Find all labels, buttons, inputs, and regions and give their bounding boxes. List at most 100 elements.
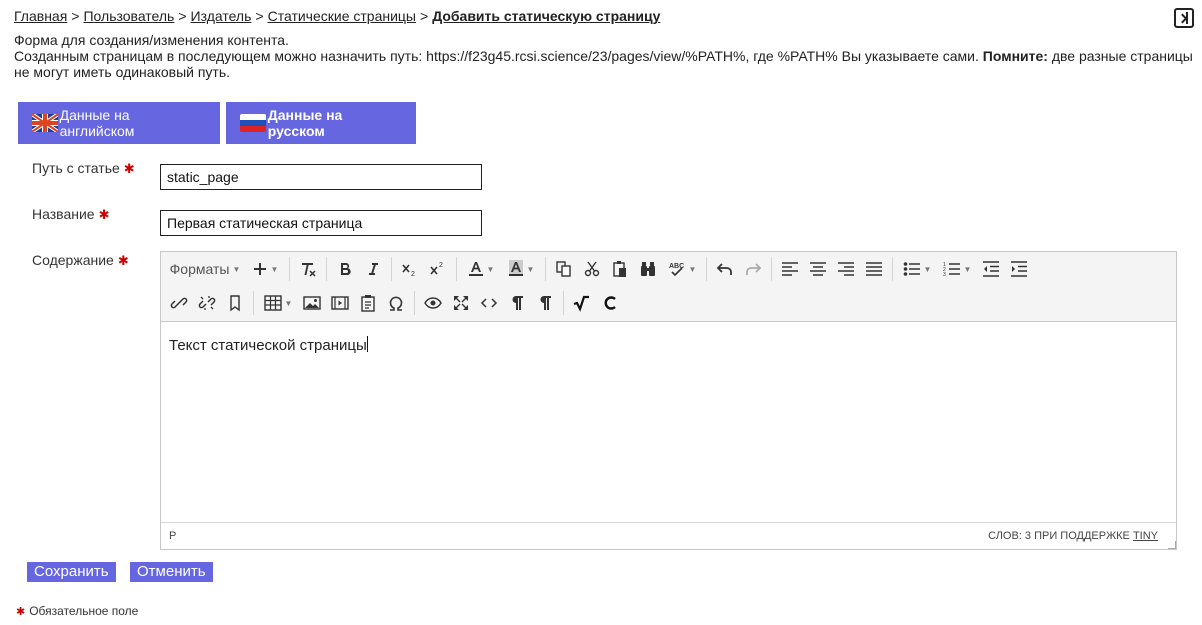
italic-button[interactable] <box>359 255 387 283</box>
required-field-note: ✱ Обязательное поле <box>16 604 138 618</box>
undo-button[interactable] <box>711 255 739 283</box>
fullscreen-button[interactable] <box>447 289 475 317</box>
uk-flag-icon <box>32 114 58 132</box>
paragraph-icon <box>540 296 551 310</box>
outdent-button[interactable] <box>977 255 1005 283</box>
bold-button[interactable] <box>331 255 359 283</box>
svg-text:3: 3 <box>943 272 946 277</box>
breadcrumb-link-publisher[interactable]: Издатель <box>191 8 252 24</box>
spellcheck-dropdown[interactable]: ABC ▼ <box>662 255 702 283</box>
align-justify-button[interactable] <box>860 255 888 283</box>
path-input[interactable] <box>160 164 482 190</box>
formats-label: Форматы <box>169 261 230 277</box>
intro-path-text: Созданным страницам в последующем можно … <box>14 48 979 64</box>
align-center-icon <box>810 262 826 276</box>
resize-handle-icon[interactable] <box>1168 541 1176 549</box>
background-color-dropdown[interactable]: ▼ <box>501 255 541 283</box>
breadcrumb-separator: > <box>255 8 264 24</box>
breadcrumb-link-static-pages[interactable]: Статические страницы <box>268 8 416 24</box>
omega-icon <box>389 296 403 311</box>
insert-media-button[interactable] <box>326 289 354 317</box>
clear-formatting-icon <box>302 263 316 277</box>
align-left-icon <box>782 262 798 276</box>
copy-button[interactable] <box>550 255 578 283</box>
fullscreen-icon <box>454 296 468 310</box>
title-input[interactable] <box>160 210 482 236</box>
align-justify-icon <box>866 262 882 276</box>
form-description: Форма для создания/изменения контента. С… <box>14 32 1194 80</box>
special-character-button[interactable] <box>382 289 410 317</box>
element-path[interactable]: P <box>169 530 176 542</box>
cancel-button[interactable]: Отменить <box>130 562 213 582</box>
paste-text-button[interactable] <box>354 289 382 317</box>
editor-content-area[interactable]: Текст статической страницы <box>161 322 1176 522</box>
eye-icon <box>424 297 442 309</box>
breadcrumb-link-user[interactable]: Пользователь <box>83 8 174 24</box>
required-asterisk: ✱ <box>16 606 26 618</box>
breadcrumb-current: Добавить статическую страницу <box>432 8 661 24</box>
italic-icon <box>369 263 378 275</box>
clear-formatting-button[interactable] <box>294 255 322 283</box>
paste-button[interactable] <box>606 255 634 283</box>
redo-button[interactable] <box>739 255 767 283</box>
breadcrumb-link-home[interactable]: Главная <box>14 8 67 24</box>
breadcrumb: Главная > Пользователь > Издатель > Статически… <box>14 8 660 24</box>
path-label: Путь с статье ✱ <box>32 160 135 177</box>
rich-text-editor: Форматы ▼ ▼ 2 2 ▼ ▼ ABC ▼ ▼ 1 2 3 ▼ ▼ Те… <box>160 251 1177 550</box>
tab-english-data[interactable]: Данные на английском <box>18 102 220 144</box>
toolbar-separator <box>253 291 254 315</box>
align-left-button[interactable] <box>776 255 804 283</box>
toolbar-separator <box>771 257 772 281</box>
chemistry-button[interactable] <box>596 289 624 317</box>
name-label: Название ✱ <box>32 206 109 223</box>
find-replace-button[interactable] <box>634 255 662 283</box>
required-asterisk: ✱ <box>117 253 129 268</box>
rtl-button[interactable] <box>531 289 559 317</box>
text-color-dropdown[interactable]: ▼ <box>461 255 501 283</box>
anchor-button[interactable] <box>221 289 249 317</box>
source-code-button[interactable] <box>475 289 503 317</box>
ltr-button[interactable] <box>503 289 531 317</box>
insert-image-button[interactable] <box>298 289 326 317</box>
bookmark-icon <box>230 295 240 312</box>
preview-button[interactable] <box>419 289 447 317</box>
required-asterisk: ✱ <box>98 207 110 222</box>
toolbar-separator <box>289 257 290 281</box>
insert-dropdown[interactable]: ▼ <box>245 255 285 283</box>
undo-icon <box>716 263 732 275</box>
chevron-down-icon: ▼ <box>963 264 972 274</box>
content-label-text: Содержание <box>32 252 114 268</box>
clipboard-icon <box>361 295 375 312</box>
redo-icon <box>746 263 762 275</box>
toolbar-row-2: ▼ <box>161 286 624 320</box>
tiny-link[interactable]: TINY <box>1133 530 1158 542</box>
text-color-icon <box>468 262 483 276</box>
binoculars-icon <box>641 262 655 276</box>
link-button[interactable] <box>165 289 193 317</box>
link-icon <box>170 297 188 309</box>
chevron-down-icon: ▼ <box>688 264 697 274</box>
path-label-text: Путь с статье <box>32 160 120 176</box>
tab-russian-data[interactable]: Данные на русском <box>226 102 416 144</box>
toolbar-separator <box>391 257 392 281</box>
cut-button[interactable] <box>578 255 606 283</box>
indent-button[interactable] <box>1005 255 1033 283</box>
square-root-icon <box>573 295 589 312</box>
align-center-button[interactable] <box>804 255 832 283</box>
indent-icon <box>1011 261 1027 277</box>
save-button[interactable]: Сохранить <box>27 562 116 582</box>
unlink-button[interactable] <box>193 289 221 317</box>
math-formula-button[interactable] <box>568 289 596 317</box>
table-dropdown[interactable]: ▼ <box>258 289 298 317</box>
superscript-button[interactable]: 2 <box>424 255 452 283</box>
formats-dropdown[interactable]: Форматы ▼ <box>165 255 245 283</box>
toolbar-separator <box>892 257 893 281</box>
chevron-down-icon: ▼ <box>270 264 279 274</box>
sidebar-toggle-icon[interactable] <box>1174 8 1194 28</box>
numbered-list-dropdown[interactable]: 1 2 3 ▼ <box>937 255 977 283</box>
subscript-button[interactable]: 2 <box>396 255 424 283</box>
bullet-list-dropdown[interactable]: ▼ <box>897 255 937 283</box>
media-icon <box>331 296 349 310</box>
chevron-down-icon: ▼ <box>526 264 535 274</box>
align-right-button[interactable] <box>832 255 860 283</box>
